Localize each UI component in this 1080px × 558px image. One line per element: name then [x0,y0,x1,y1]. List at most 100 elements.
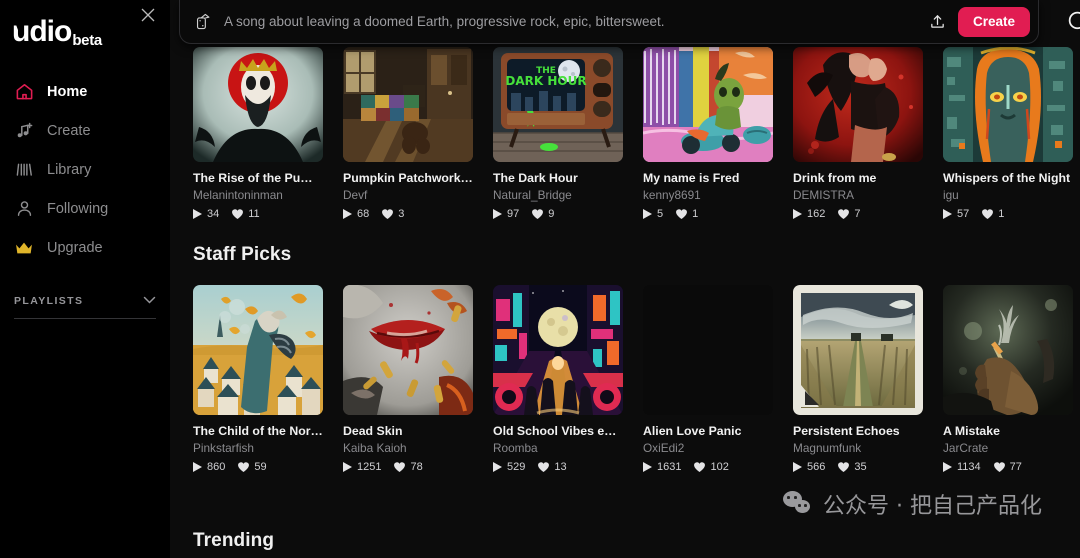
upload-icon[interactable] [924,8,952,36]
like-count: 1 [676,208,698,220]
card-artwork[interactable] [793,285,923,415]
heart-icon [238,462,250,472]
play-icon [343,462,352,472]
play-count-value: 1631 [657,461,682,473]
card-item[interactable]: Drink from me DEMISTRA 162 7 [793,47,923,220]
sidebar-item-create[interactable]: Create [6,111,164,150]
card-title: Pumpkin Patchwork Q... [343,171,473,185]
card-item[interactable]: Whispers of the Night igu 57 1 [943,47,1073,220]
heart-icon [382,209,394,219]
card-stats: 162 7 [793,208,923,220]
card-title: Whispers of the Night [943,171,1071,185]
like-count-value: 77 [1009,461,1022,473]
card-title: Dead Skin [343,424,403,438]
card-title: The Rise of the Pumpki... [193,171,323,185]
card-item[interactable]: The Child of the North ... Pinkstarfish … [193,285,323,473]
card-item[interactable]: Pumpkin Patchwork Q... Devf 68 3 [343,47,473,220]
sidebar-item-following[interactable]: Following [6,189,164,228]
card-artwork[interactable] [643,47,773,162]
like-count: 11 [232,208,260,220]
sidebar-item-label: Upgrade [47,239,103,256]
like-count: 78 [394,461,423,473]
card-artwork[interactable]: THE DARK HOUR [493,47,623,162]
card-artwork[interactable] [943,47,1073,162]
play-count-value: 97 [507,208,520,220]
play-count: 68 [343,208,369,220]
card-stats: 566 35 [793,461,923,473]
play-icon [343,209,352,219]
play-icon [193,209,202,219]
prompt-container[interactable]: A song about leaving a doomed Earth, pro… [179,0,1039,44]
like-count: 9 [532,208,554,220]
play-count: 97 [493,208,519,220]
card-artwork[interactable] [343,285,473,415]
card-item[interactable]: Old School Vibes ext v... Roomba 529 13 [493,285,623,473]
play-count: 57 [943,208,969,220]
sidebar-item-home[interactable]: Home [6,72,164,111]
like-count-value: 102 [710,461,729,473]
sidebar-item-label: Create [47,122,91,139]
play-icon [643,462,652,472]
card-item[interactable]: THE DARK HOUR The Dark Hour Natural_Brid… [493,47,623,220]
card-title: A Mistake [943,424,1000,438]
chevron-down-icon[interactable] [143,296,156,307]
card-stats: 1251 78 [343,461,473,473]
card-stats: 34 11 [193,208,323,220]
play-count-value: 162 [807,208,826,220]
like-count: 1 [982,208,1004,220]
like-count-value: 9 [548,208,555,220]
card-item[interactable]: Alien Love Panic OxiEdi2 1631 102 [643,285,773,473]
card-artist: JarCrate [943,441,989,455]
play-count: 5 [643,208,663,220]
card-artwork[interactable] [793,47,923,162]
udio-logo[interactable]: udiobeta [12,15,102,49]
like-count-value: 13 [554,461,567,473]
card-artwork[interactable] [193,47,323,162]
card-item[interactable]: Dead Skin Kaiba Kaioh 1251 78 [343,285,473,473]
card-stats: 1134 77 [943,461,1073,473]
sidebar-item-upgrade[interactable]: Upgrade [6,228,164,267]
card-item[interactable]: Persistent Echoes Magnumfunk 566 35 [793,285,923,473]
like-count: 35 [838,461,867,473]
card-stats: 860 59 [193,461,323,473]
playlists-header[interactable]: PLAYLISTS [0,295,170,307]
card-artwork[interactable] [943,285,1073,415]
card-stats: 57 1 [943,208,1073,220]
play-count-value: 566 [807,461,826,473]
sidebar-item-library[interactable]: Library [6,150,164,189]
card-item[interactable]: My name is Fred kenny8691 5 1 [643,47,773,220]
person-icon [14,199,34,219]
play-icon [943,462,952,472]
sidebar-nav: Home Create Library Following Upgrade [0,72,170,267]
logo-text: udio [12,15,72,48]
card-artwork[interactable] [643,285,773,415]
card-artwork[interactable] [193,285,323,415]
card-artwork[interactable] [343,47,473,162]
card-artist: kenny8691 [643,188,701,202]
prompt-input[interactable]: A song about leaving a doomed Earth, pro… [224,14,924,29]
card-title: Persistent Echoes [793,424,900,438]
play-icon [493,462,502,472]
card-item[interactable]: A Mistake JarCrate 1134 77 [943,285,1073,473]
like-count-value: 35 [854,461,867,473]
card-artist: igu [943,188,959,202]
card-row-top: The Rise of the Pumpki... Melanintoninma… [193,47,1073,220]
card-artist: Natural_Bridge [493,188,572,202]
card-artwork[interactable] [493,285,623,415]
card-item[interactable]: The Rise of the Pumpki... Melanintoninma… [193,47,323,220]
card-artist: Melanintoninman [193,188,283,202]
home-icon [14,82,34,102]
like-count: 59 [238,461,267,473]
heart-icon [538,462,550,472]
create-button[interactable]: Create [957,6,1030,37]
play-count-value: 57 [957,208,970,220]
play-count: 1251 [343,461,381,473]
heart-icon [694,462,706,472]
play-count-value: 860 [207,461,226,473]
play-icon [793,462,802,472]
search-icon[interactable] [1066,9,1080,37]
close-icon[interactable] [138,5,158,25]
dice-icon[interactable] [194,13,212,31]
heart-icon [838,209,850,219]
play-count: 34 [193,208,219,220]
